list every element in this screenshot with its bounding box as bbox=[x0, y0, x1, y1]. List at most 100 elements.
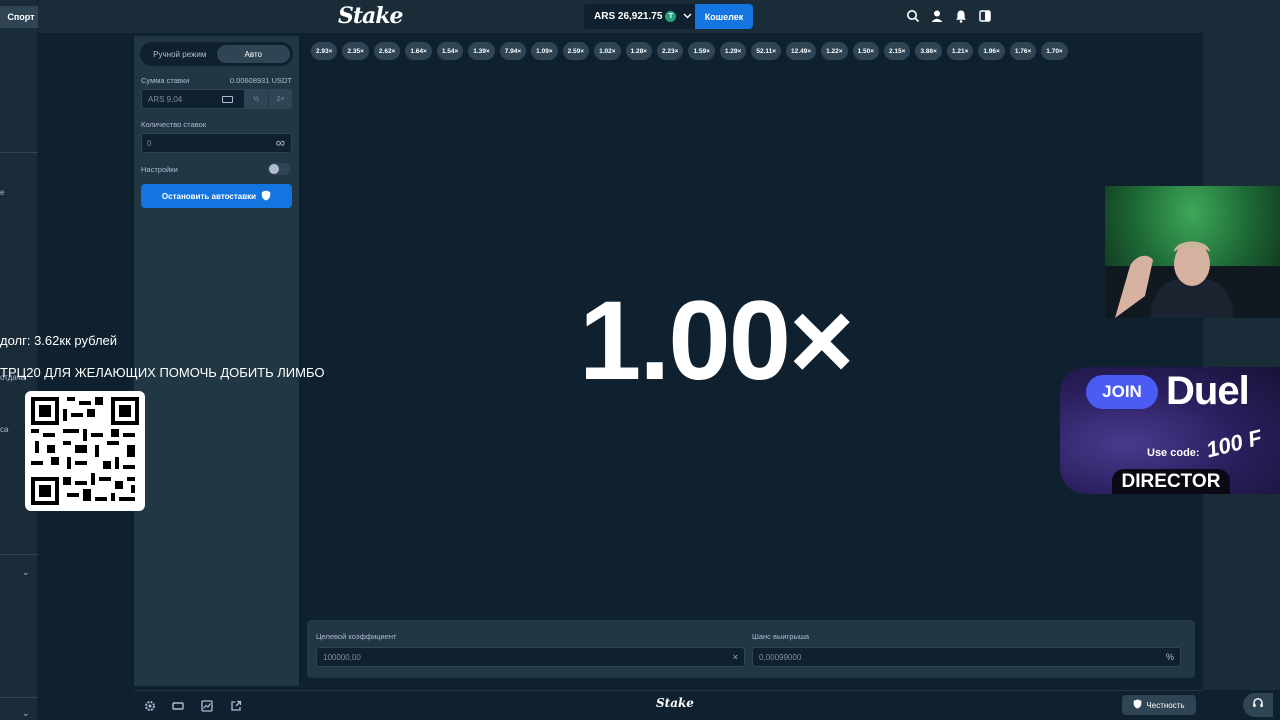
win-chance-field[interactable]: 0,00099000 % bbox=[752, 647, 1181, 667]
history-chip[interactable]: 2.59× bbox=[562, 42, 590, 60]
duel-use-code-label: Use code: bbox=[1147, 447, 1200, 459]
limbo-game-area: 2.93× 2.35× 2.62× 1.64× 1.54× 1.39× 7.94× 1.09×… bbox=[299, 36, 1203, 686]
bet-amount-header: Сумма ставки 0.00608931 USDT bbox=[141, 76, 292, 85]
settings-icon[interactable] bbox=[144, 699, 156, 711]
shield-check-icon bbox=[1133, 699, 1142, 711]
history-chip[interactable]: 2.35× bbox=[342, 42, 369, 60]
multiplier-suffix-icon: × bbox=[732, 652, 738, 662]
balance-amount: ARS 26,921.75 bbox=[594, 11, 663, 22]
settings-toggle[interactable] bbox=[268, 163, 290, 175]
tab-manual[interactable]: Ручной режим bbox=[143, 45, 217, 63]
multiplier-display: 1.00× bbox=[579, 278, 854, 403]
balance-selector[interactable]: ARS 26,921.75 T bbox=[584, 4, 696, 29]
bet-amount-value: ARS 9,04 bbox=[148, 95, 183, 104]
history-chip[interactable]: 1.21× bbox=[946, 42, 974, 60]
history-chip[interactable]: 2.62× bbox=[373, 42, 401, 60]
history-chip[interactable]: 1.39× bbox=[468, 42, 495, 60]
history-chip[interactable]: 1.96× bbox=[978, 42, 1005, 60]
target-multiplier-value: 100000,00 bbox=[323, 653, 361, 662]
usdt-icon: T bbox=[665, 11, 677, 22]
fairness-button[interactable]: Честность bbox=[1122, 695, 1196, 715]
history-chip[interactable]: 1.09× bbox=[531, 42, 558, 60]
currency-card-icon bbox=[222, 96, 233, 103]
stop-autobet-button[interactable]: Остановить автоставки bbox=[141, 184, 292, 208]
history-chip[interactable]: 1.28× bbox=[625, 42, 652, 60]
results-history: 2.93× 2.35× 2.62× 1.64× 1.54× 1.39× 7.94× 1.09×… bbox=[311, 42, 1068, 60]
help-overlay-text: ТРЦ20 ДЛЯ ЖЕЛАЮЩИХ ПОМОЧЬ ДОБИТЬ ЛИМБО bbox=[0, 365, 325, 380]
screen: Спорт е отдача са ⌄ ⌄ Stake ARS 26,921.7… bbox=[0, 0, 1280, 720]
sidebar-item-fragment[interactable]: са bbox=[0, 425, 8, 434]
duel-bonus-text: 100 F bbox=[1203, 424, 1265, 463]
live-support-button[interactable] bbox=[1243, 693, 1273, 717]
debt-overlay-text: долг: 3.62кк рублей bbox=[0, 333, 118, 348]
history-chip[interactable]: 3.86× bbox=[915, 42, 942, 60]
bet-amount-label: Сумма ставки bbox=[141, 76, 190, 85]
stake-logo-small: Stake bbox=[656, 696, 694, 710]
sidebar-divider bbox=[0, 554, 38, 555]
headset-icon bbox=[1252, 696, 1264, 714]
popout-icon[interactable] bbox=[230, 699, 242, 711]
mode-toggle: Ручной режим Авто bbox=[140, 42, 293, 66]
win-chance-value: 0,00099000 bbox=[759, 653, 802, 662]
webcam-overlay bbox=[1105, 186, 1280, 318]
sidebar-item-fragment[interactable]: е bbox=[0, 188, 4, 197]
history-chip[interactable]: 1.76× bbox=[1009, 42, 1037, 60]
bet-amount-field[interactable]: ARS 9,04 ½ 2× bbox=[141, 89, 292, 109]
history-chip[interactable]: 1.50× bbox=[852, 42, 880, 60]
sport-button[interactable]: Спорт bbox=[0, 6, 42, 28]
history-chip[interactable]: 1.70× bbox=[1041, 42, 1068, 60]
tab-auto[interactable]: Авто bbox=[216, 45, 290, 63]
user-icon[interactable] bbox=[930, 9, 944, 23]
bet-count-field[interactable]: 0 ∞ bbox=[141, 133, 292, 153]
history-chip[interactable]: 2.93× bbox=[311, 42, 338, 60]
history-chip[interactable]: 1.59× bbox=[688, 42, 715, 60]
wallet-button[interactable]: Кошелек bbox=[695, 4, 753, 29]
history-chip[interactable]: 12.49× bbox=[786, 42, 817, 60]
stats-icon[interactable] bbox=[201, 699, 213, 712]
settings-label: Настройки bbox=[141, 165, 178, 174]
infinity-icon[interactable]: ∞ bbox=[276, 135, 285, 150]
fairness-label: Честность bbox=[1146, 700, 1185, 710]
shield-icon bbox=[261, 190, 271, 203]
history-chip[interactable]: 1.02× bbox=[594, 42, 621, 60]
target-multiplier-label: Целевой коэффициент bbox=[316, 632, 397, 641]
bottom-bar: Stake Честность bbox=[134, 690, 1203, 720]
bell-icon[interactable] bbox=[954, 9, 968, 23]
stop-autobet-label: Остановить автоставки bbox=[161, 191, 257, 201]
left-sidebar: Спорт е отдача са ⌄ ⌄ bbox=[0, 0, 42, 720]
bet-amount-usdt: 0.00608931 USDT bbox=[229, 76, 292, 85]
theater-icon[interactable] bbox=[172, 699, 184, 711]
percent-suffix-icon: % bbox=[1165, 652, 1174, 662]
toggle-knob bbox=[269, 164, 279, 174]
qr-code bbox=[25, 391, 145, 511]
double-bet-button[interactable]: 2× bbox=[268, 90, 292, 108]
bet-panel: Ручной режим Авто Сумма ставки 0.0060893… bbox=[134, 36, 299, 686]
chevron-down-icon[interactable]: ⌄ bbox=[22, 708, 30, 719]
history-chip[interactable]: 52.11× bbox=[751, 42, 782, 60]
bet-count-header: Количество ставок bbox=[141, 120, 292, 129]
win-chance-label: Шанс выигрыша bbox=[752, 632, 810, 641]
history-chip[interactable]: 1.64× bbox=[405, 42, 432, 60]
history-chip[interactable]: 1.54× bbox=[436, 42, 464, 60]
history-chip[interactable]: 1.29× bbox=[719, 42, 747, 60]
duel-logo-text: Duel bbox=[1166, 369, 1250, 413]
chevron-down-icon[interactable]: ⌄ bbox=[22, 567, 30, 578]
sidebar-divider bbox=[0, 152, 38, 153]
target-multiplier-field[interactable]: 100000,00 × bbox=[316, 647, 745, 667]
history-chip[interactable]: 2.23× bbox=[656, 42, 684, 60]
history-chip[interactable]: 7.94× bbox=[499, 42, 527, 60]
search-icon[interactable] bbox=[906, 9, 920, 23]
stake-logo[interactable]: Stake bbox=[338, 3, 404, 29]
right-strip bbox=[1203, 33, 1280, 690]
bet-count-label: Количество ставок bbox=[141, 120, 206, 129]
sidebar-divider bbox=[0, 697, 38, 698]
history-chip[interactable]: 2.15× bbox=[884, 42, 911, 60]
duel-join-badge: JOIN bbox=[1086, 375, 1158, 409]
duel-promo-code: DIRECTOR bbox=[1112, 469, 1230, 494]
bet-count-value: 0 bbox=[147, 139, 152, 148]
sidebar-toggle-icon[interactable] bbox=[978, 9, 992, 23]
duel-promo-overlay: JOIN Duel Use code: 100 F DIRECTOR bbox=[1060, 367, 1280, 494]
target-controls: Целевой коэффициент 100000,00 × Шанс выи… bbox=[307, 620, 1195, 678]
history-chip[interactable]: 1.22× bbox=[821, 42, 848, 60]
half-bet-button[interactable]: ½ bbox=[244, 90, 268, 108]
